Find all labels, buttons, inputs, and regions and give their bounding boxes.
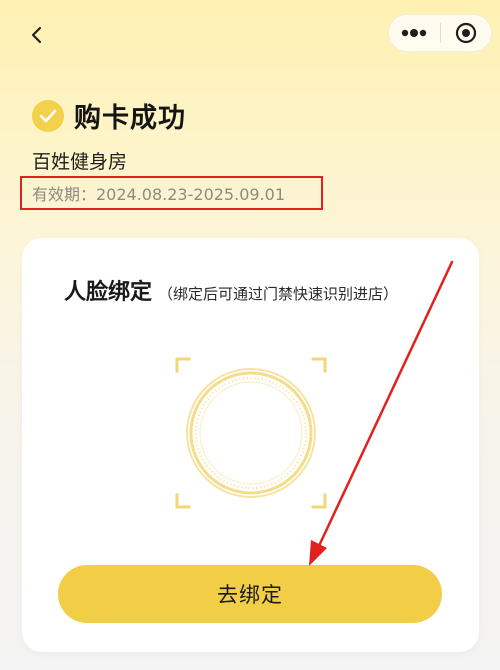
- success-title: 购卡成功: [74, 103, 186, 134]
- purchase-success-header: 购卡成功: [32, 96, 186, 135]
- back-button[interactable]: [22, 20, 52, 50]
- validity-text: 有效期：2024.08.23-2025.09.01: [32, 185, 285, 204]
- more-dots-icon: [402, 29, 427, 37]
- face-binding-card: 人脸绑定 （绑定后可通过门禁快速识别进店） 去绑定: [22, 238, 479, 652]
- mini-program-capsule: [388, 14, 492, 52]
- check-circle-icon: [32, 99, 64, 132]
- close-mini-program-button[interactable]: [441, 15, 492, 51]
- more-button[interactable]: [389, 15, 440, 51]
- face-scan-frame-icon: [175, 357, 327, 509]
- gym-name: 百姓健身房: [32, 151, 128, 173]
- go-bind-button-label: 去绑定: [217, 583, 283, 607]
- face-binding-header: 人脸绑定 （绑定后可通过门禁快速识别进店）: [64, 274, 398, 306]
- face-binding-title: 人脸绑定: [64, 280, 153, 305]
- validity-highlight-box: 有效期：2024.08.23-2025.09.01: [20, 176, 323, 210]
- go-bind-button[interactable]: 去绑定: [58, 565, 442, 623]
- target-close-icon: [455, 22, 476, 44]
- chevron-left-icon: [31, 26, 42, 44]
- face-binding-note: （绑定后可通过门禁快速识别进店）: [158, 285, 399, 303]
